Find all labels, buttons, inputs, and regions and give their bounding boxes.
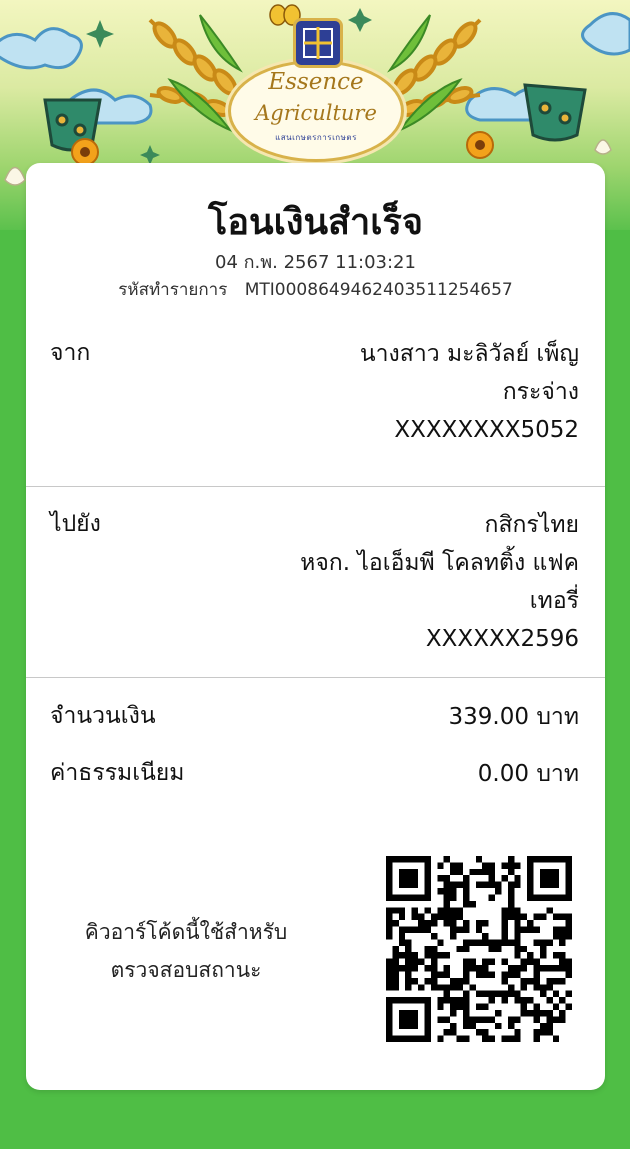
transaction-reference: รหัสทำรายการ MTI000864946240351125465​7 <box>26 276 605 303</box>
reference-label: รหัสทำรายการ <box>118 280 228 300</box>
from-label: จาก <box>50 340 91 366</box>
to-account: XXXXXX2596 <box>425 626 579 652</box>
fee-value: 0.00 บาท <box>239 755 579 793</box>
amount-value-text: 339.00 บาท <box>448 704 579 730</box>
transfer-receipt-card: โอนเงินสำเร็จ 04 ก.พ. 2567 11:03:21 รหัส… <box>26 163 605 1090</box>
transaction-datetime: 04 ก.พ. 2567 11:03:21 <box>215 252 416 273</box>
logo-subtitle: แสนเกษตรการเกษตร <box>275 133 357 142</box>
to-label: ไปยัง <box>50 511 101 537</box>
logo-title-line1: Essence <box>268 69 364 95</box>
from-account: XXXXXXXX5052 <box>394 417 579 443</box>
essence-of-agriculture-logo: Essence Agriculture แสนเกษตรการเกษตร <box>228 60 404 162</box>
to-name-line2: เทอรี่ <box>529 588 579 614</box>
divider <box>26 677 605 678</box>
from-details: นางสาว มะลิวัลย์ เพ็ญ กระจ่าง XXXXXXXX50… <box>239 335 579 449</box>
qr-caption-line2: ตรวจสอบสถานะ <box>110 958 262 982</box>
logo-title-line2: Agriculture <box>255 101 377 125</box>
from-name-line1: นางสาว มะลิวัลย์ เพ็ญ <box>359 341 579 367</box>
emblem-icon <box>293 18 343 68</box>
qr-code-icon <box>386 856 572 1042</box>
qr-caption-line1: คิวอาร์โค้ดนี้ใช้สำหรับ <box>84 920 288 944</box>
qr-caption: คิวอาร์โค้ดนี้ใช้สำหรับ ตรวจสอบสถานะ <box>66 913 306 989</box>
fee-value-text: 0.00 บาท <box>477 761 579 787</box>
divider <box>26 486 605 487</box>
amount-label: จำนวนเงิน <box>50 703 156 729</box>
reference-value: MTI000864946240351125465​7 <box>244 280 513 300</box>
page-title: โอนเงินสำเร็จ <box>208 202 423 243</box>
to-name-line1: หจก. ไอเอ็มพี โคลทติ้ง แฟค <box>300 550 579 576</box>
fee-label: ค่าธรรมเนียม <box>50 760 185 786</box>
from-name-line2: กระจ่าง <box>502 379 579 405</box>
amount-value: 339.00 บาท <box>239 698 579 736</box>
to-bank: กสิกรไทย <box>484 512 579 538</box>
to-details: กสิกรไทย หจก. ไอเอ็มพี โคลทติ้ง แฟค เทอร… <box>239 506 579 658</box>
